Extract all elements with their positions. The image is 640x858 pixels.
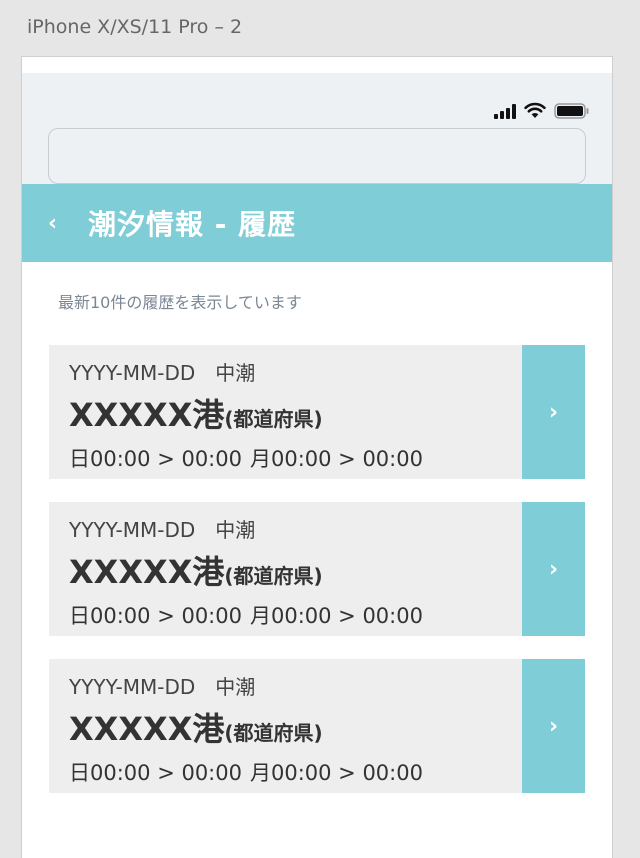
tide-times: 日00:00 > 00:00 月00:00 > 00:00 (69, 600, 423, 630)
chevron-right-icon[interactable]: › (522, 659, 585, 793)
port-line: XXXXX港(都道府県) (69, 390, 323, 436)
history-notice: 最新10件の履歴を表示しています (58, 293, 302, 312)
signal-icon (494, 103, 516, 119)
history-date-line: YYYY-MM-DD 中潮 (69, 357, 255, 386)
history-date: YYYY-MM-DD (69, 675, 196, 699)
history-card[interactable]: YYYY-MM-DD 中潮 XXXXX港(都道府県) 日00:00 > 00:00… (49, 502, 585, 636)
prefecture: (都道府県) (224, 721, 323, 745)
status-bar (22, 73, 612, 200)
port-line: XXXXX港(都道府県) (69, 547, 323, 593)
phone-screen: ‹ 潮汐情報 - 履歴 最新10件の履歴を表示しています YYYY-MM-DD 中… (22, 57, 612, 858)
artboard-label: iPhone X/XS/11 Pro – 2 (27, 16, 243, 38)
battery-icon (554, 103, 590, 119)
history-date-line: YYYY-MM-DD 中潮 (69, 514, 255, 543)
history-list: YYYY-MM-DD 中潮 XXXXX港(都道府県) 日00:00 > 00:00… (49, 345, 585, 816)
history-date: YYYY-MM-DD (69, 518, 196, 542)
tide-type: 中潮 (215, 675, 256, 699)
history-card[interactable]: YYYY-MM-DD 中潮 XXXXX港(都道府県) 日00:00 > 00:00… (49, 345, 585, 479)
moon-time: 月00:00 > 00:00 (249, 447, 423, 471)
page-header: ‹ 潮汐情報 - 履歴 (22, 184, 612, 262)
port-name: XXXXX港 (69, 396, 225, 434)
port-name: XXXXX港 (69, 553, 225, 591)
chevron-right-icon[interactable]: › (522, 502, 585, 636)
page-title: 潮汐情報 - 履歴 (88, 208, 297, 241)
history-date-line: YYYY-MM-DD 中潮 (69, 671, 255, 700)
prefecture: (都道府県) (224, 564, 323, 588)
tide-times: 日00:00 > 00:00 月00:00 > 00:00 (69, 443, 423, 473)
tide-times: 日00:00 > 00:00 月00:00 > 00:00 (69, 757, 423, 787)
port-name: XXXXX港 (69, 710, 225, 748)
wifi-icon (524, 102, 546, 119)
prefecture: (都道府県) (224, 407, 323, 431)
sun-time: 日00:00 > 00:00 (69, 447, 242, 471)
status-icons (494, 99, 590, 119)
chevron-right-icon[interactable]: › (522, 345, 585, 479)
address-bar[interactable] (48, 128, 586, 184)
history-card[interactable]: YYYY-MM-DD 中潮 XXXXX港(都道府県) 日00:00 > 00:00… (49, 659, 585, 793)
sun-time: 日00:00 > 00:00 (69, 761, 242, 785)
chevron-left-icon[interactable]: ‹ (48, 211, 88, 236)
sun-time: 日00:00 > 00:00 (69, 604, 242, 628)
port-line: XXXXX港(都道府県) (69, 704, 323, 750)
moon-time: 月00:00 > 00:00 (249, 604, 423, 628)
history-date: YYYY-MM-DD (69, 361, 196, 385)
tide-type: 中潮 (215, 361, 256, 385)
tide-type: 中潮 (215, 518, 256, 542)
moon-time: 月00:00 > 00:00 (249, 761, 423, 785)
